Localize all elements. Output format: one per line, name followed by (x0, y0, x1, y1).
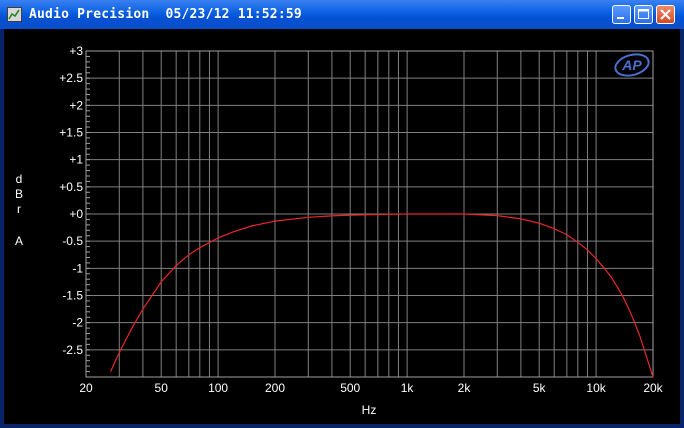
y-axis-label-char: r (17, 202, 21, 216)
y-tick-label: -2.5 (62, 343, 83, 357)
x-tick-label: 200 (265, 381, 285, 395)
y-tick-label: -0.5 (62, 234, 83, 248)
x-tick-label: 10k (586, 381, 606, 395)
title-bar[interactable]: Audio Precision 05/23/12 11:52:59 (0, 0, 684, 29)
maximize-button[interactable] (634, 5, 653, 24)
x-tick-label: 1k (401, 381, 415, 395)
y-tick-label: +0.5 (59, 180, 83, 194)
y-tick-label: -1 (72, 261, 83, 275)
minimize-icon (617, 17, 624, 19)
y-tick-label: +1.5 (59, 126, 83, 140)
x-tick-label: 20 (79, 381, 93, 395)
minimize-button[interactable] (612, 5, 631, 24)
y-tick-label: -2 (72, 316, 83, 330)
x-tick-label: 20k (643, 381, 663, 395)
close-icon (660, 9, 671, 20)
audio-precision-window: Audio Precision 05/23/12 11:52:59 +3 +2.5… (0, 0, 684, 428)
y-tick-label: +2 (69, 98, 83, 112)
x-tick-label: 2k (458, 381, 472, 395)
y-tick-label: +0 (69, 207, 83, 221)
x-axis-label: Hz (362, 403, 377, 417)
grid-lines (86, 50, 653, 378)
x-tick-label: 5k (533, 381, 547, 395)
y-tick-label: +3 (69, 44, 83, 58)
y-tick-label: +2.5 (59, 71, 83, 85)
x-tick-label: 100 (208, 381, 228, 395)
maximize-icon (638, 9, 649, 19)
y-tick-label: -1.5 (62, 289, 83, 303)
x-tick-label: 50 (155, 381, 169, 395)
y-axis-label-char: d (15, 172, 23, 186)
x-tick-labels: 20 50 100 200 500 1k 2k 5k 10k 20k (79, 381, 663, 395)
y-axis-label-char: B (14, 187, 23, 201)
y-tick-labels: +3 +2.5 +2 +1.5 +1 +0.5 +0 -0.5 -1 -1.5 -2 -2.5 (59, 44, 83, 357)
y-tick-label: +1 (69, 153, 83, 167)
x-tick-label: 500 (340, 381, 360, 395)
close-button[interactable] (656, 5, 675, 24)
window-title: Audio Precision 05/23/12 11:52:59 (29, 7, 302, 22)
app-icon (7, 7, 22, 22)
plot-area[interactable]: +3 +2.5 +2 +1.5 +1 +0.5 +0 -0.5 -1 -1.5 -2 -2.5 20 5… (4, 29, 680, 424)
ap-logo: AP (614, 53, 650, 77)
ap-logo-text: AP (621, 57, 642, 73)
y-axis-label-char: A (14, 234, 23, 248)
frequency-response-chart: +3 +2.5 +2 +1.5 +1 +0.5 +0 -0.5 -1 -1.5 -2 -2.5 20 5… (59, 44, 663, 417)
